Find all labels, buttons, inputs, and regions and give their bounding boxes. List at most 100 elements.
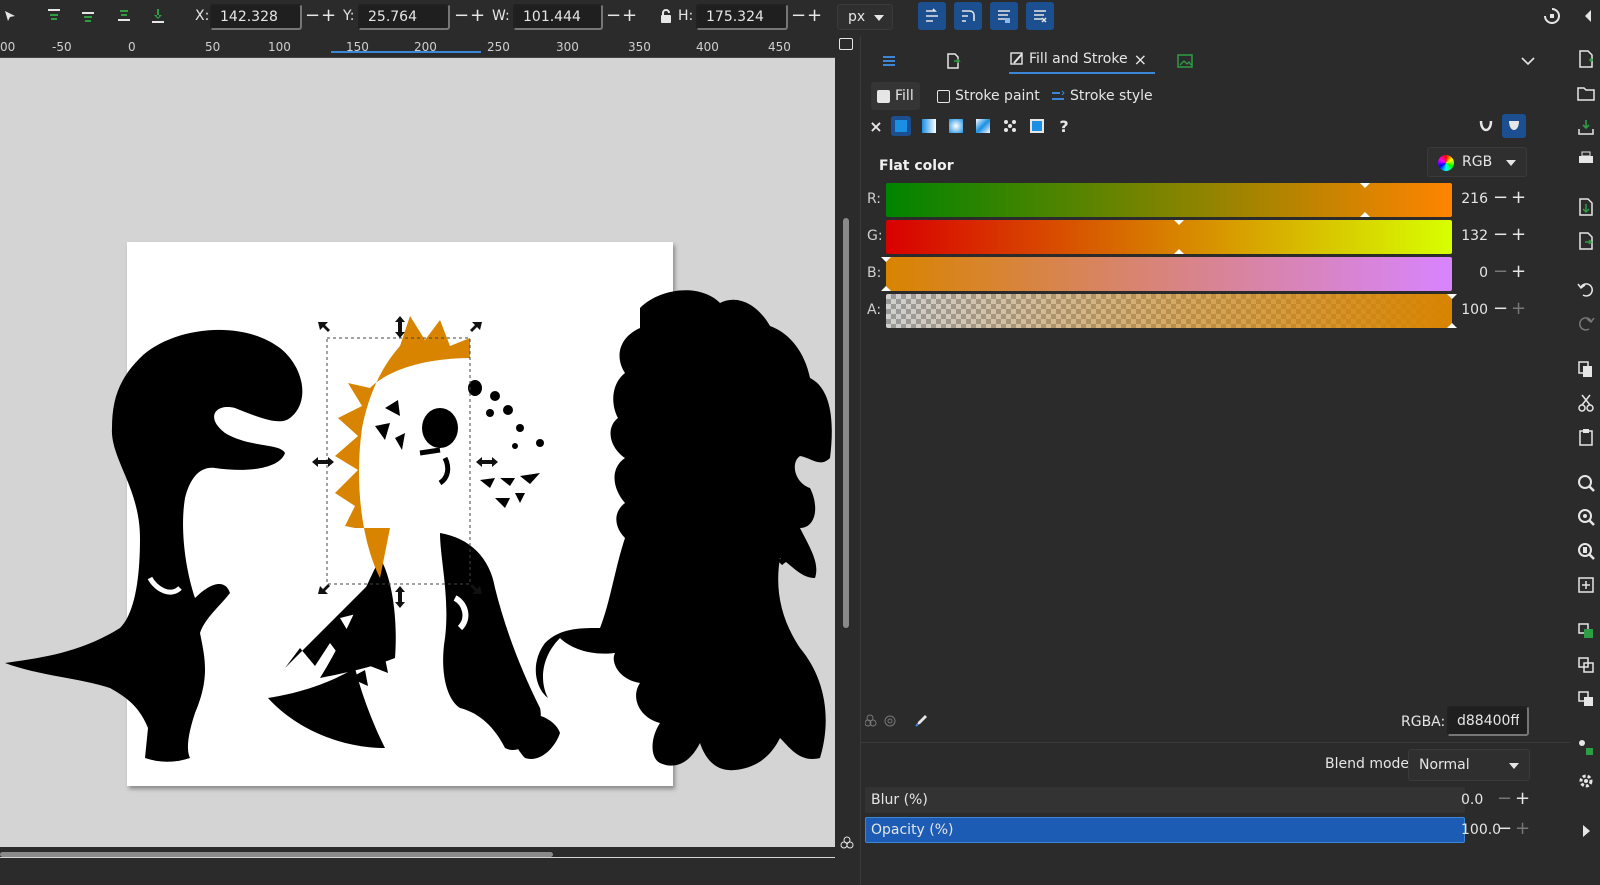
fill-rule-nonzero-button[interactable] xyxy=(1502,114,1526,138)
lower-to-bottom-icon[interactable] xyxy=(148,6,168,26)
horizontal-scrollbar[interactable] xyxy=(0,852,553,857)
new-document-icon[interactable] xyxy=(1577,50,1595,68)
blur-slider[interactable] xyxy=(865,787,1465,813)
y-input[interactable] xyxy=(358,4,450,30)
settings-icon[interactable] xyxy=(1577,772,1595,790)
clone-icon[interactable] xyxy=(1577,656,1595,674)
open-file-icon[interactable] xyxy=(1577,84,1595,102)
paint-mesh-gradient-button[interactable] xyxy=(973,116,993,136)
zoom-drawing-icon[interactable] xyxy=(1577,508,1595,526)
a-decrement[interactable]: − xyxy=(1493,298,1508,319)
blur-increment[interactable]: + xyxy=(1515,788,1530,809)
x-decrement[interactable]: − xyxy=(305,6,320,26)
horizontal-ruler[interactable]: 00 -50 0 50 100 150 200 250 300 350 400 … xyxy=(0,36,835,58)
r-decrement[interactable]: − xyxy=(1493,187,1508,208)
x-input[interactable] xyxy=(210,4,302,30)
opacity-row[interactable]: Opacity (%) xyxy=(865,817,1475,843)
import-icon[interactable] xyxy=(1577,198,1595,216)
x-increment[interactable]: + xyxy=(321,6,336,26)
a-value[interactable]: 100 xyxy=(1458,302,1488,318)
b-increment[interactable]: + xyxy=(1511,261,1526,282)
opacity-value[interactable]: 100.0 xyxy=(1461,822,1501,838)
paint-swatch-button[interactable] xyxy=(1027,116,1047,136)
g-decrement[interactable]: − xyxy=(1493,224,1508,245)
blur-row[interactable]: Blur (%) xyxy=(865,787,1475,813)
subtab-stroke-style[interactable]: Stroke style xyxy=(1051,88,1153,104)
toolbar-more-icon[interactable] xyxy=(1578,6,1598,26)
eyedropper-icon[interactable] xyxy=(913,713,929,733)
tab-fill-and-stroke[interactable]: Fill and Stroke × xyxy=(1009,48,1155,74)
display-icon[interactable] xyxy=(839,38,853,50)
paint-linear-gradient-button[interactable] xyxy=(919,116,939,136)
blur-decrement[interactable]: − xyxy=(1497,788,1512,809)
cut-icon[interactable] xyxy=(1577,394,1595,412)
blend-mode-dropdown[interactable]: Normal xyxy=(1408,749,1530,781)
rgba-input[interactable] xyxy=(1447,706,1529,736)
opacity-decrement[interactable]: − xyxy=(1497,818,1512,839)
y-decrement[interactable]: − xyxy=(454,6,469,26)
h-input[interactable] xyxy=(696,4,788,30)
image-tab[interactable] xyxy=(1177,48,1199,74)
layers-tab[interactable] xyxy=(881,48,903,74)
r-value[interactable]: 216 xyxy=(1458,191,1488,207)
vertical-scrollbar[interactable] xyxy=(843,218,849,628)
fill-rule-evenodd-button[interactable] xyxy=(1476,116,1496,136)
lower-icon[interactable] xyxy=(114,6,134,26)
opacity-increment[interactable]: + xyxy=(1515,818,1530,839)
move-gradients-toggle[interactable] xyxy=(990,2,1018,30)
b-value[interactable]: 0 xyxy=(1458,265,1488,281)
color-managed-icon[interactable] xyxy=(864,713,905,729)
raise-to-top-icon[interactable] xyxy=(44,6,64,26)
h-decrement[interactable]: − xyxy=(791,6,806,26)
undo-icon[interactable] xyxy=(1577,280,1595,298)
select-tool-icon[interactable] xyxy=(0,6,20,26)
zoom-selection-icon[interactable] xyxy=(1577,474,1595,492)
subtab-stroke-paint[interactable]: Stroke paint xyxy=(937,88,1040,104)
b-decrement[interactable]: − xyxy=(1493,261,1508,282)
color-model-dropdown[interactable]: RGB xyxy=(1427,147,1527,177)
zoom-page-icon[interactable] xyxy=(1577,542,1595,560)
b-slider[interactable] xyxy=(881,257,1452,291)
w-input[interactable] xyxy=(513,4,603,30)
paint-none-button[interactable]: × xyxy=(866,116,886,136)
g-slider[interactable] xyxy=(886,220,1452,254)
w-decrement[interactable]: − xyxy=(606,6,621,26)
paint-flat-button[interactable] xyxy=(891,116,911,136)
paint-pattern-button[interactable] xyxy=(1000,116,1020,136)
raise-icon[interactable] xyxy=(78,6,98,26)
paint-unset-button[interactable]: ? xyxy=(1054,116,1074,136)
r-increment[interactable]: + xyxy=(1511,187,1526,208)
save-icon[interactable] xyxy=(1577,118,1595,136)
unlink-clone-icon[interactable] xyxy=(1577,690,1595,708)
canvas[interactable]: 00 -50 0 50 100 150 200 250 300 350 400 … xyxy=(0,36,835,885)
h-increment[interactable]: + xyxy=(807,6,822,26)
scale-stroke-toggle[interactable] xyxy=(918,2,946,30)
lock-icon[interactable] xyxy=(656,6,676,26)
color-managed-icon[interactable] xyxy=(840,835,854,849)
group-icon[interactable] xyxy=(1577,738,1595,756)
unit-dropdown[interactable]: px xyxy=(837,4,893,30)
zoom-center-icon[interactable] xyxy=(1577,576,1595,594)
g-increment[interactable]: + xyxy=(1511,224,1526,245)
opacity-slider[interactable] xyxy=(865,817,1465,843)
a-increment[interactable]: + xyxy=(1511,298,1526,319)
r-slider[interactable] xyxy=(886,183,1452,217)
snap-icon[interactable] xyxy=(1542,6,1562,26)
move-patterns-toggle[interactable] xyxy=(1026,2,1054,30)
blur-value[interactable]: 0.0 xyxy=(1461,792,1483,808)
redo-icon[interactable] xyxy=(1577,314,1595,332)
export-tab[interactable] xyxy=(945,48,967,74)
more-commands-icon[interactable] xyxy=(1577,822,1595,840)
print-icon[interactable] xyxy=(1577,150,1595,168)
paint-radial-gradient-button[interactable] xyxy=(946,116,966,136)
g-value[interactable]: 132 xyxy=(1458,228,1488,244)
copy-icon[interactable] xyxy=(1577,360,1595,378)
w-increment[interactable]: + xyxy=(622,6,637,26)
a-slider[interactable] xyxy=(886,294,1457,328)
dinosaur-artwork[interactable] xyxy=(0,58,835,883)
subtab-fill[interactable]: Fill xyxy=(871,82,920,110)
export-icon[interactable] xyxy=(1577,232,1595,250)
y-increment[interactable]: + xyxy=(470,6,485,26)
scale-corners-toggle[interactable] xyxy=(954,2,982,30)
paste-icon[interactable] xyxy=(1577,428,1595,446)
